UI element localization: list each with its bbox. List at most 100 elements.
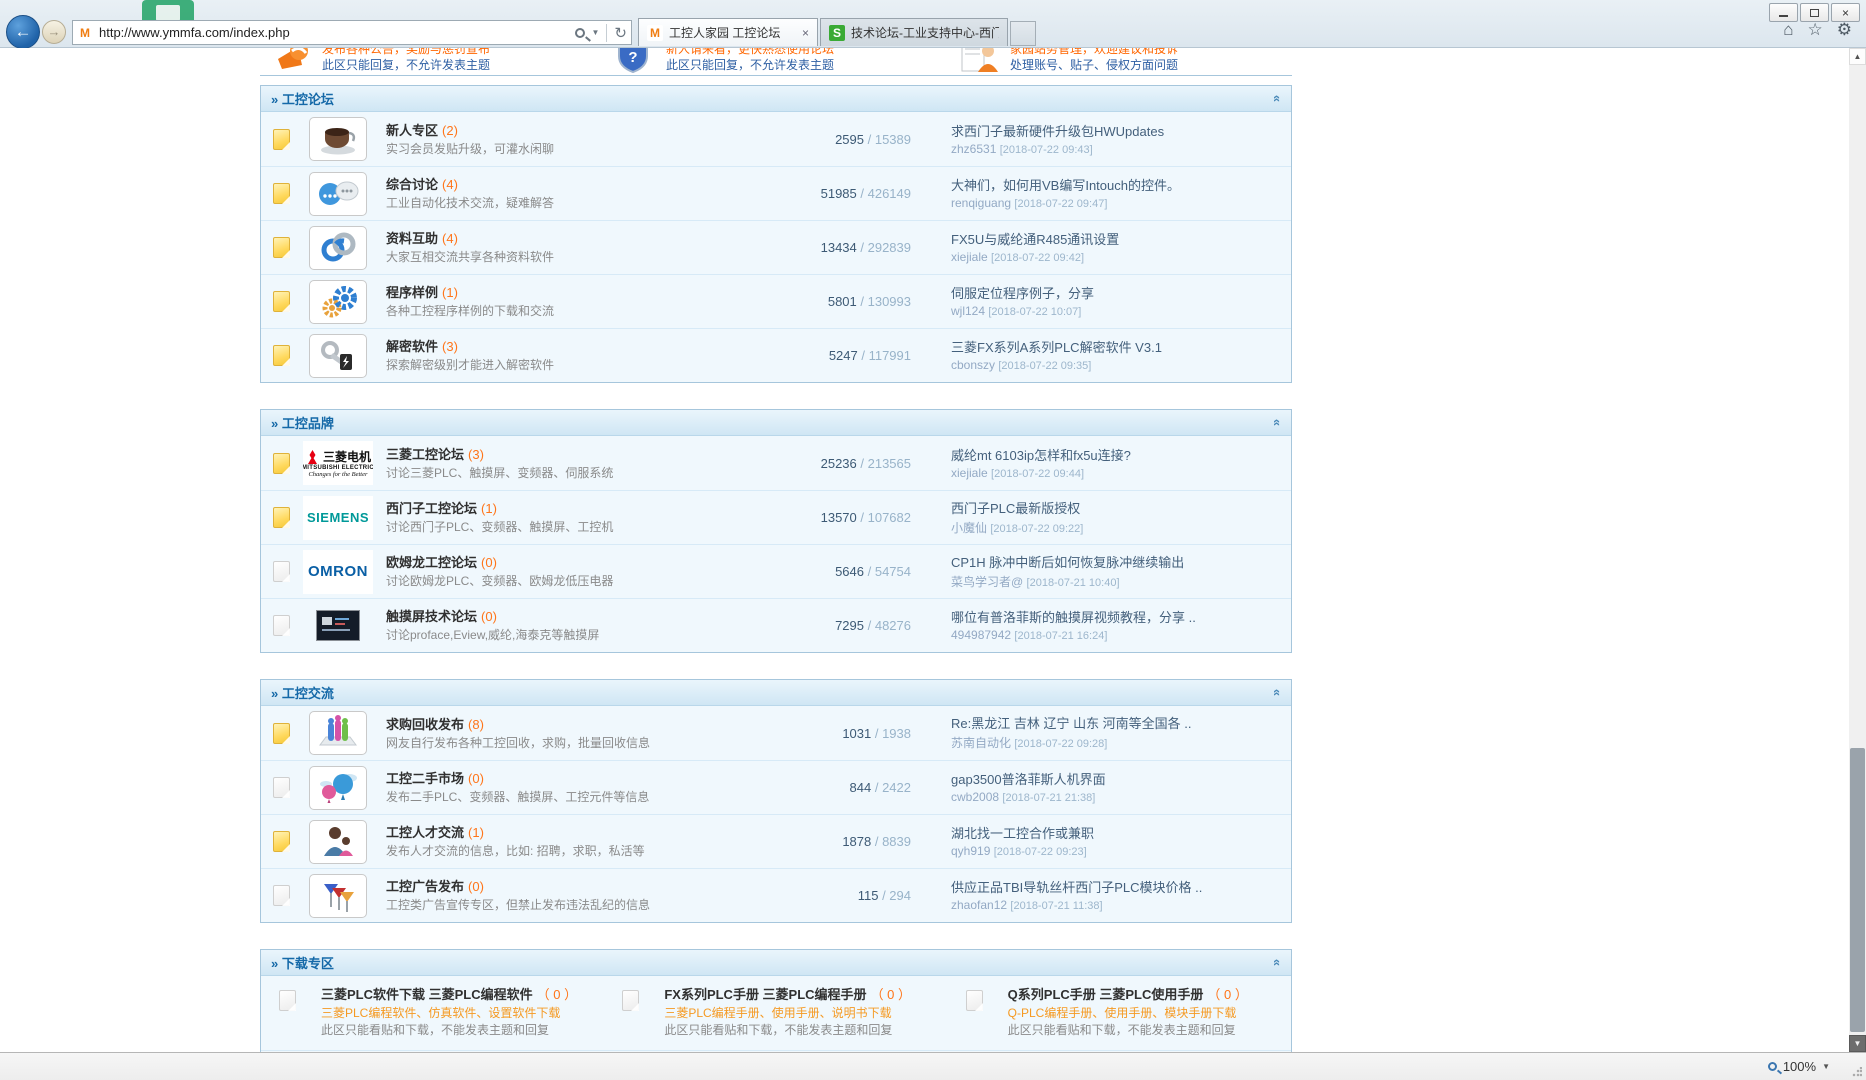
forum-link[interactable]: 解密软件 (386, 339, 438, 354)
zoom-control[interactable]: 100% ▼ (1768, 1059, 1830, 1074)
announcement-item[interactable]: ? 新人请来看，更快熟悉使用论坛 此区只能回复，不允许发表主题 (604, 48, 948, 73)
last-post-link[interactable]: 供应正品TBI导轨丝杆西门子PLC模块价格 .. (951, 879, 1291, 896)
site-favicon: M (77, 25, 93, 41)
download-sub-link[interactable]: 三菱PLC编程软件、仿真软件、设置软件下载 (321, 1005, 577, 1021)
last-post-author[interactable]: cbonszy (951, 358, 995, 372)
forum-link[interactable]: 西门子工控论坛 (386, 501, 477, 516)
scroll-down-icon[interactable]: ▼ (1849, 1035, 1866, 1052)
last-post-author[interactable]: 小魔仙 (951, 521, 987, 535)
mitsubishi-logo: 三菱电机 MITSUBISHI ELECTRIC Changes for the… (303, 441, 373, 485)
last-post-time: [2018-07-22 09:42] (991, 252, 1084, 264)
page-viewport: 发布各种公告，奖励与惩罚宣布 此区只能回复，不允许发表主题 ? 新人请来看，更快… (0, 48, 1849, 1052)
forum-link[interactable]: 工控广告发布 (386, 879, 464, 894)
tab-siemens-forum[interactable]: S 技术论坛-工业支持中心-西门... (820, 18, 1008, 46)
scroll-up-icon[interactable]: ▲ (1849, 48, 1866, 65)
forum-link[interactable]: 工控人才交流 (386, 825, 464, 840)
last-post-author[interactable]: xiejiale (951, 250, 988, 264)
last-post-link[interactable]: 三菱FX系列A系列PLC解密软件 V3.1 (951, 339, 1291, 356)
forum-link[interactable]: 求购回收发布 (386, 717, 464, 732)
status-bar: 100% ▼ (0, 1052, 1866, 1080)
refresh-icon[interactable]: ↻ (614, 24, 627, 42)
scrollbar-thumb[interactable] (1850, 748, 1865, 1032)
download-sub-link[interactable]: 三菱PLC编程手册、使用手册、说明书下载 (664, 1005, 911, 1021)
last-post-author[interactable]: zhaofan12 (951, 898, 1007, 912)
forum-link[interactable]: 工控二手市场 (386, 771, 464, 786)
topics-posts-count: 5247 / 117991 (786, 348, 951, 363)
section-title[interactable]: » 下载专区 (271, 953, 334, 972)
last-post-link[interactable]: 哪位有普洛菲斯的触摸屏视频教程，分享 .. (951, 609, 1291, 626)
today-count: (3) (468, 447, 484, 462)
last-post-link[interactable]: 湖北找一工控合作或兼职 (951, 825, 1291, 842)
last-post-author[interactable]: renqiguang (951, 196, 1011, 210)
forum-description: 发布人才交流的信息，比如: 招聘，求职，私活等 (386, 843, 786, 859)
forum-link[interactable]: 触摸屏技术论坛 (386, 609, 477, 624)
announcement-item[interactable]: 家园站务管理，欢迎建议和投诉 处理账号、贴子、侵权方面问题 (948, 48, 1292, 73)
forum-link[interactable]: 资料互助 (386, 231, 438, 246)
last-post-author[interactable]: xiejiale (951, 466, 988, 480)
zoom-magnifier-icon (1768, 1062, 1777, 1071)
today-count: (1) (468, 825, 484, 840)
last-post-time: [2018-07-22 09:44] (991, 468, 1084, 480)
collapse-icon[interactable]: « (1270, 959, 1285, 966)
home-icon[interactable]: ⌂ (1783, 20, 1793, 40)
last-post-author[interactable]: 苏南自动化 (951, 736, 1011, 750)
section-title[interactable]: » 工控论坛 (271, 89, 334, 108)
address-bar[interactable]: M http://www.ymmfa.com/index.php ▼ ↻ (72, 20, 632, 45)
forum-link[interactable]: 欧姆龙工控论坛 (386, 555, 477, 570)
folder-old-icon (273, 885, 290, 906)
last-post-author[interactable]: 菜鸟学习者@ (951, 575, 1023, 589)
back-button[interactable]: ← (6, 15, 40, 49)
new-tab-button[interactable] (1010, 21, 1036, 46)
tab-close-icon[interactable]: × (802, 26, 809, 40)
last-post-author[interactable]: wjl124 (951, 304, 985, 318)
last-post-time: [2018-07-21 16:24] (1014, 630, 1107, 642)
favorites-star-icon[interactable]: ☆ (1808, 20, 1823, 40)
settings-gear-icon[interactable]: ⚙ (1837, 20, 1852, 40)
tab-active-forum[interactable]: M 工控人家园 工控论坛 × (638, 18, 818, 46)
last-post-link[interactable]: 伺服定位程序例子，分享 (951, 285, 1291, 302)
today-count: (0) (481, 555, 497, 570)
announcement-line1: 新人请来看，更快熟悉使用论坛 (666, 48, 834, 57)
last-post-link[interactable]: FX5U与威纶通R485通讯设置 (951, 231, 1291, 248)
last-post-author[interactable]: qyh919 (951, 844, 990, 858)
section-title[interactable]: » 工控品牌 (271, 413, 334, 432)
topics-posts-count: 5801 / 130993 (786, 294, 951, 309)
url-text[interactable]: http://www.ymmfa.com/index.php (99, 25, 575, 40)
vertical-scrollbar[interactable]: ▲ ▼ (1849, 48, 1866, 1052)
today-count: （ 0 ） (1207, 987, 1247, 1002)
section-title[interactable]: » 工控交流 (271, 683, 334, 702)
announcement-item[interactable]: 发布各种公告，奖励与惩罚宣布 此区只能回复，不允许发表主题 (260, 48, 604, 73)
last-post-link[interactable]: 西门子PLC最新版授权 (951, 500, 1291, 517)
chevron-down-icon[interactable]: ▼ (592, 28, 600, 37)
collapse-icon[interactable]: « (1270, 419, 1285, 426)
collapse-icon[interactable]: « (1270, 689, 1285, 696)
last-post-link[interactable]: gap3500普洛菲斯人机界面 (951, 771, 1291, 788)
forum-row: 三菱电机 MITSUBISHI ELECTRIC Changes for the… (261, 436, 1291, 490)
forward-button[interactable]: → (42, 20, 66, 44)
collapse-icon[interactable]: « (1270, 95, 1285, 102)
forum-link[interactable]: 新人专区 (386, 123, 438, 138)
last-post-link[interactable]: 威纶mt 6103ip怎样和fx5u连接? (951, 447, 1291, 464)
section-downloads: » 下载专区 « 三菱PLC软件下载 三菱PLC编程软件 （ 0 ） 三菱PLC编… (260, 949, 1292, 1052)
forum-link[interactable]: 综合讨论 (386, 177, 438, 192)
last-post-author[interactable]: zhz6531 (951, 142, 996, 156)
last-post-link[interactable]: 大神们，如何用VB编写Intouch的控件。 (951, 177, 1291, 194)
resize-grip[interactable] (1852, 1067, 1862, 1077)
last-post-link[interactable]: 求西门子最新硬件升级包HWUpdates (951, 123, 1291, 140)
last-post-link[interactable]: CP1H 脉冲中断后如何恢复脉冲继续输出 (951, 554, 1291, 571)
download-forum-link[interactable]: FX系列PLC手册 三菱PLC编程手册 (664, 987, 866, 1002)
download-forum-link[interactable]: 三菱PLC软件下载 三菱PLC编程软件 (321, 987, 533, 1002)
last-post-link[interactable]: Re:黑龙江 吉林 辽宁 山东 河南等全国各 .. (951, 715, 1291, 732)
search-icon[interactable] (575, 28, 585, 38)
forum-link[interactable]: 程序样例 (386, 285, 438, 300)
zoom-caret-icon[interactable]: ▼ (1822, 1062, 1830, 1071)
forum-link[interactable]: 三菱工控论坛 (386, 447, 464, 462)
download-note: 此区只能看贴和下载，不能发表主题和回复 (321, 1022, 577, 1038)
admin-person-icon (960, 48, 1000, 73)
section-gongkong-forum: » 工控论坛 « 新人专区(2) 实习会员发贴升级，可灌水闲聊 2595 / 1… (260, 85, 1292, 383)
last-post-author[interactable]: 494987942 (951, 628, 1011, 642)
last-post-author[interactable]: cwb2008 (951, 790, 999, 804)
download-forum-link[interactable]: Q系列PLC手册 三菱PLC使用手册 (1008, 987, 1204, 1002)
download-sub-link[interactable]: Q-PLC编程手册、使用手册、模块手册下载 (1008, 1005, 1248, 1021)
today-count: (0) (468, 771, 484, 786)
